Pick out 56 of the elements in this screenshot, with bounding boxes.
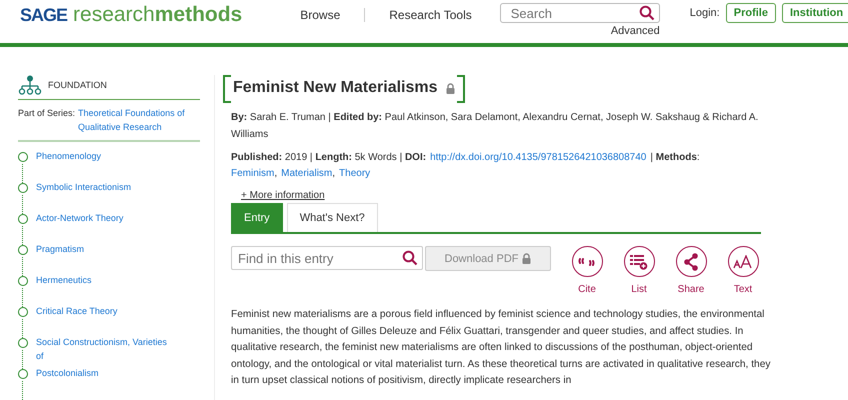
timeline-link[interactable]: Symbolic Interactionism	[36, 180, 176, 194]
doi-link[interactable]: http://dx.doi.org/10.4135/9781526421036808740	[430, 149, 646, 166]
timeline-link[interactable]: Critical Race Theory	[36, 304, 176, 318]
right-bracket	[456, 75, 465, 103]
list-add-icon	[630, 254, 648, 270]
section-label: FOUNDATION	[48, 80, 107, 90]
advanced-search-link[interactable]: Advanced	[610, 25, 660, 37]
login-button[interactable]: Institution	[782, 3, 848, 23]
find-input[interactable]: Find in this entry	[236, 250, 402, 266]
timeline-node-icon	[18, 183, 28, 193]
method-link[interactable]: Feminism	[231, 166, 274, 182]
timeline-node-icon	[18, 369, 28, 379]
timeline-node-icon	[18, 276, 28, 286]
login-label: Login:	[690, 7, 720, 19]
search-input[interactable]: Search	[508, 4, 639, 22]
search-icon[interactable]	[402, 250, 418, 266]
timeline-node-icon	[18, 338, 28, 348]
timeline-link[interactable]: Social Constructionism, Varieties of	[36, 335, 176, 363]
tab[interactable]: Entry	[231, 203, 283, 232]
timeline-node-icon	[18, 152, 28, 162]
more-information-link[interactable]: + More information	[241, 190, 325, 201]
methods-label: | Methods:	[650, 151, 700, 165]
search-field[interactable]: Search	[500, 3, 660, 23]
timeline-link[interactable]: Hermeneutics	[36, 273, 176, 287]
timeline-node-icon	[18, 245, 28, 255]
timeline-link[interactable]: Actor-Network Theory	[36, 211, 176, 225]
hierarchy-icon	[18, 75, 42, 95]
nav-link[interactable]: Research Tools	[365, 8, 496, 22]
separator: ,	[332, 167, 336, 181]
text-size-icon	[733, 254, 753, 268]
timeline-link[interactable]: Postcolonialism	[36, 366, 176, 380]
entry-paragraph: Feminist new materialisms are a porous field influenced by feminist science and technology studies, the environmental humanities, the thought of Gilles Deleuze and Félix Guattari, transgender and queer studies, and affect studies. In qualitative research, the feminist new materialisms are often linked to discussions of the posthuman, object-oriented ontology, and the ontological or vital materialist turn. As these theoretical turns are activated in qualitative research, they in turn upset classical notions of positivism, directly implicate researchers in	[231, 308, 771, 388]
nav-link[interactable]: Browse	[300, 8, 366, 22]
lock-icon	[522, 253, 532, 264]
byline: By: Sarah E. Truman | Edited by: Paul Atkinson, Sara Delamont, Alexandru Cernat, Joseph W. Sakshaug & Richard A. Williams	[231, 111, 760, 142]
method-link[interactable]: Materialism	[281, 166, 332, 182]
download-pdf-button[interactable]: Download PDF	[425, 246, 551, 271]
tab[interactable]: What's Next?	[286, 203, 378, 232]
series-link[interactable]: Theoretical Foundations of Qualitative Research	[78, 106, 200, 134]
find-in-entry-field[interactable]: Find in this entry	[231, 246, 423, 270]
timeline-node-icon	[18, 214, 28, 224]
separator: ,	[274, 167, 278, 181]
timeline-link[interactable]: Pragmatism	[36, 242, 176, 256]
quote-marks-icon	[578, 256, 596, 266]
method-link[interactable]: Theory	[339, 166, 370, 182]
left-bracket	[223, 75, 231, 103]
lock-icon	[446, 82, 455, 94]
publication-info: Published: 2019 | Length: 5k Words | DOI:	[231, 151, 426, 165]
timeline-link[interactable]: Phenomenology	[36, 149, 176, 163]
login-button[interactable]: Profile	[726, 3, 776, 23]
article-title: Feminist New Materialisms	[233, 79, 438, 97]
series-label: Part of Series:	[18, 107, 76, 120]
timeline-node-icon	[18, 307, 28, 317]
share-icon	[683, 252, 699, 270]
site-logo[interactable]: SAGE researchmethods	[20, 3, 242, 27]
search-icon[interactable]	[638, 5, 655, 21]
